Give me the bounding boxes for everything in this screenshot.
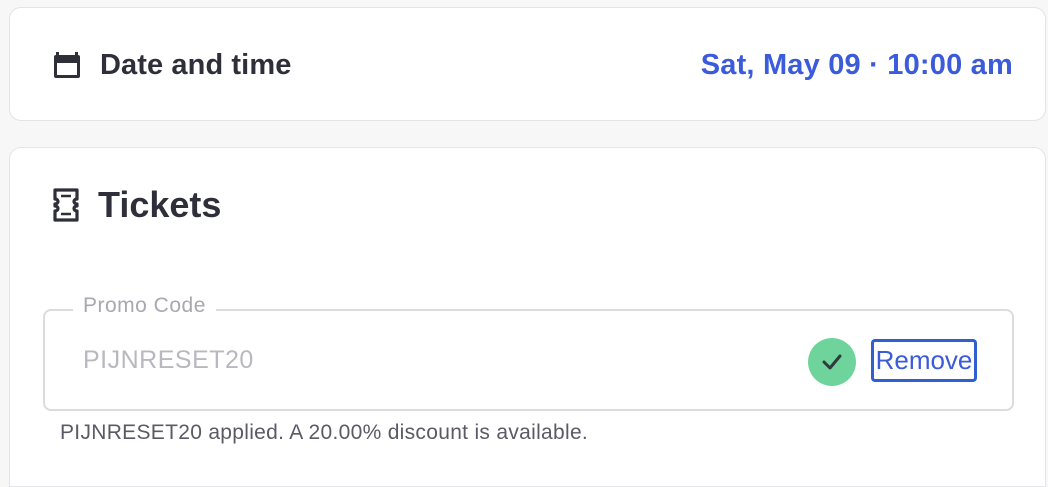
date-time-value[interactable]: Sat, May 09 · 10:00 am: [701, 49, 1013, 82]
date-time-card: Date and time Sat, May 09 · 10:00 am: [9, 7, 1046, 121]
remove-promo-button[interactable]: Remove: [871, 339, 977, 382]
tickets-header: Tickets: [52, 184, 221, 226]
promo-code-field: Promo Code Remove: [43, 294, 1014, 411]
tickets-title: Tickets: [98, 184, 222, 225]
ticket-icon: [52, 187, 80, 223]
promo-code-input[interactable]: [83, 335, 683, 385]
date-time-label-group: Date and time: [52, 49, 291, 82]
promo-code-legend: Promo Code: [73, 294, 216, 318]
check-icon: [808, 338, 856, 386]
tickets-card: Tickets Promo Code Remove PIJNRESET20 ap…: [9, 147, 1046, 487]
calendar-icon: [52, 50, 82, 80]
date-time-label: Date and time: [100, 48, 292, 81]
date-time-row: Date and time Sat, May 09 · 10:00 am: [52, 8, 1013, 122]
promo-applied-message: PIJNRESET20 applied. A 20.00% discount i…: [60, 421, 589, 444]
